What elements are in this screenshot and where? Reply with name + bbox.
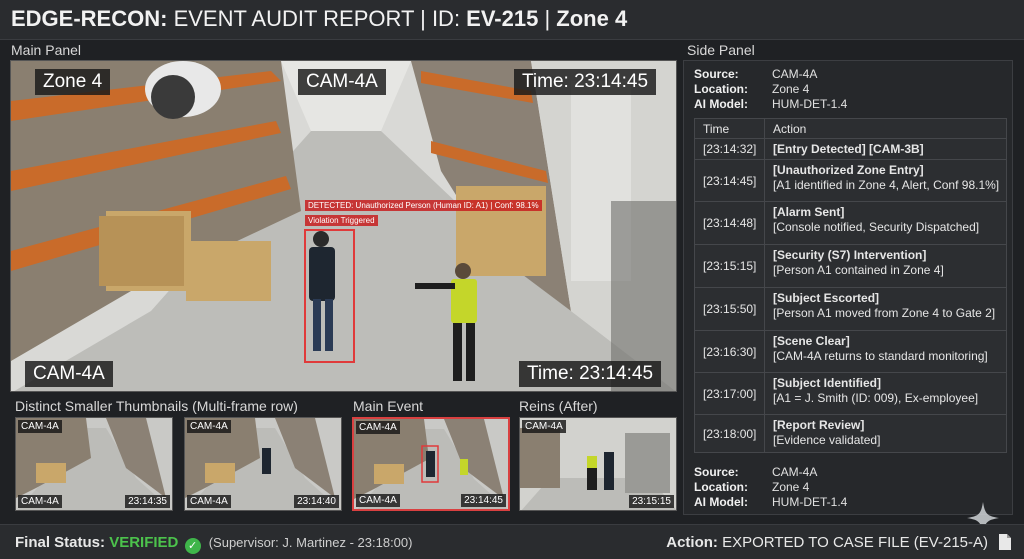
camera-overlay-top: CAM-4A [298, 69, 386, 95]
detection-bounding-box [304, 229, 355, 363]
title-bar: EDGE-RECON: EVENT AUDIT REPORT | ID: EV-… [0, 0, 1024, 40]
thumbnail-camera-bottom: CAM-4A [18, 495, 62, 508]
action-column-header: Action [773, 122, 807, 136]
side-panel-label: Side Panel [687, 42, 755, 58]
thumbnail-after[interactable]: CAM-4A 23:15:15 [519, 417, 677, 511]
thumbnail-camera-top: CAM-4A [18, 420, 62, 433]
thumbnail-camera-bottom: CAM-4A [187, 495, 231, 508]
export-action: Action: EXPORTED TO CASE FILE (EV-215-A) [666, 534, 988, 551]
final-status: Final Status: VERIFIED ✓ (Supervisor: J.… [15, 534, 413, 554]
thumbnail-camera-top: CAM-4A [187, 420, 231, 433]
after-label: Reins (After) [519, 398, 598, 414]
camera-overlay-bottom: CAM-4A [25, 361, 113, 387]
thumbnail-camera-bottom: CAM-4A [356, 494, 400, 507]
time-overlay-bottom: Time: 23:14:45 [519, 361, 662, 387]
thumbnail-time: 23:14:40 [294, 495, 339, 508]
table-row[interactable]: [23:14:48] [Alarm Sent] [Console notified… [694, 202, 1007, 245]
table-row[interactable]: [23:14:32] [Entry Detected] [CAM-3B] [694, 139, 1007, 160]
table-row[interactable]: [23:14:45] [Unauthorized Zone Entry] [A1 … [694, 160, 1007, 202]
status-bar: Final Status: VERIFIED ✓ (Supervisor: J.… [0, 524, 1024, 559]
violation-label: Violation Triggered [305, 215, 378, 226]
side-panel: Source: CAM-4A Location: Zone 4 AI Model: H… [683, 60, 1013, 515]
thumbnail-frame-1[interactable]: CAM-4A CAM-4A 23:14:35 [15, 417, 173, 511]
thumbnail-camera-top: CAM-4A [522, 420, 566, 433]
thumbnail-time: 23:15:15 [629, 495, 674, 508]
report-title: EDGE-RECON: EVENT AUDIT REPORT | ID: EV-… [11, 6, 628, 31]
document-icon[interactable] [998, 533, 1012, 551]
event-timeline-table: Time Action [23:14:32] [Entry Detected] … [694, 118, 1007, 453]
table-row[interactable]: [23:18:00] [Report Review] [Evidence vali… [694, 415, 1007, 453]
time-column-header: Time [695, 119, 765, 138]
table-row[interactable]: [23:15:50] [Subject Escorted] [Person A1 … [694, 288, 1007, 331]
main-panel-label: Main Panel [11, 42, 82, 58]
thumbnails-section-label: Distinct Smaller Thumbnails (Multi-frame… [15, 398, 298, 414]
thumbnail-main-event[interactable]: CAM-4A CAM-4A 23:14:45 [352, 417, 510, 511]
status-badge: VERIFIED [109, 534, 179, 551]
check-circle-icon: ✓ [184, 538, 201, 554]
table-row[interactable]: [23:17:00] [Subject Identified] [A1 = J. … [694, 373, 1007, 415]
zone-overlay: Zone 4 [35, 69, 111, 95]
detection-label: DETECTED: Unauthorized Person (Human ID:… [305, 200, 542, 211]
main-camera-view[interactable]: Zone 4 CAM-4A Time: 23:14:45 CAM-4A Time… [10, 60, 677, 392]
thumbnail-time: 23:14:45 [461, 494, 506, 507]
metadata-bottom: Source: CAM-4A Location: Zone 4 AI Model: H… [694, 465, 848, 509]
metadata-top: Source: CAM-4A Location: Zone 4 AI Model: H… [694, 67, 848, 111]
time-overlay-top: Time: 23:14:45 [514, 69, 657, 95]
table-row[interactable]: [23:15:15] [Security (S7) Intervention][… [694, 245, 1007, 288]
thumbnail-frame-2[interactable]: CAM-4A CAM-4A 23:14:40 [184, 417, 342, 511]
table-row[interactable]: [23:16:30] [Scene Clear] [CAM-4A returns … [694, 331, 1007, 373]
table-header: Time Action [694, 118, 1007, 139]
thumbnail-time: 23:14:35 [125, 495, 170, 508]
supervisor-note: (Supervisor: J. Martinez - 23:18:00) [208, 535, 413, 550]
thumbnail-camera-top: CAM-4A [356, 421, 400, 434]
main-event-label: Main Event [353, 398, 424, 414]
